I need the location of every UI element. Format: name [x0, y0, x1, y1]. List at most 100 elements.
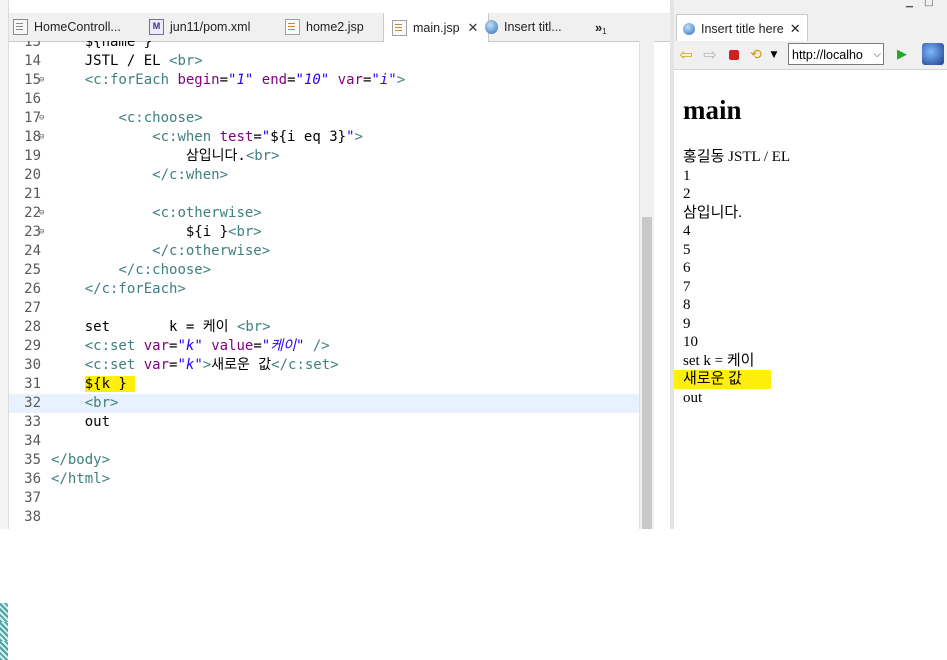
- line-number: 24: [24, 243, 41, 259]
- code-text: set k = 케이 <br>: [51, 319, 271, 335]
- tab-overflow-button[interactable]: » 1: [595, 13, 625, 41]
- maximize-icon[interactable]: □: [924, 0, 933, 8]
- fold-toggle-icon[interactable]: ⊖: [39, 109, 44, 128]
- code-line[interactable]: 17 ⊖ <c:choose>: [9, 109, 639, 128]
- page-content: main 홍길동 JSTL / EL 1 2 삼입니다. 4 5 6 7 8 9 10 set k =…: [674, 76, 943, 407]
- code-line[interactable]: 37: [9, 489, 639, 508]
- tab-label: Insert titl...: [504, 20, 562, 34]
- code-line[interactable]: 35 </body>: [9, 451, 639, 470]
- code-line[interactable]: 32 <br>: [9, 394, 639, 413]
- line-number: 25: [24, 262, 41, 278]
- code-line[interactable]: 30 <c:set var="k">새로운 값</c:set>: [9, 356, 639, 375]
- line-number: 37: [24, 490, 41, 506]
- code-text: <c:otherwise>: [152, 205, 262, 221]
- browser-toolbar: ⇦ ⇨ ⟲ ▼ http://localho ⌵ ▶: [674, 41, 947, 70]
- refresh-icon[interactable]: ⟲: [748, 47, 764, 63]
- tab-browser-insert-title[interactable]: Insert title here ✕: [676, 14, 808, 43]
- code-line[interactable]: 38: [9, 508, 639, 527]
- minimize-icon[interactable]: ▁: [906, 0, 913, 8]
- code-area[interactable]: 13 ${name } 14 JSTL / EL <br> 15 ⊖ <c:forEa…: [9, 41, 639, 529]
- code-line[interactable]: 13 ${name }: [9, 41, 639, 52]
- code-line[interactable]: 31 ${k }: [9, 375, 639, 394]
- code-text: <c:set var="k" value="케이" />: [84, 338, 330, 354]
- page-heading: main: [683, 95, 742, 125]
- code-line[interactable]: 20 </c:when>: [9, 166, 639, 185]
- code-line[interactable]: 29 <c:set var="k" value="케이" />: [9, 337, 639, 356]
- editor-left-strip: [0, 0, 9, 660]
- code-text: <c:choose>: [118, 110, 203, 126]
- code-text: </body>: [51, 452, 111, 468]
- code-text: ${name }: [51, 41, 153, 50]
- output-line: 4: [683, 223, 691, 239]
- chevron-down-icon[interactable]: ⌵: [873, 44, 881, 64]
- code-line[interactable]: 25 </c:choose>: [9, 261, 639, 280]
- line-number: 32: [24, 395, 41, 411]
- content-lines: 홍길동 JSTL / EL 1 2 삼입니다. 4 5 6 7 8 9 10 set k = 케이 새로…: [674, 148, 943, 407]
- code-line[interactable]: 14 JSTL / EL <br>: [9, 52, 639, 71]
- code-line[interactable]: 15 ⊖ <c:forEach begin="1" end="10" var="i…: [9, 71, 639, 90]
- tab-home2-jsp[interactable]: home2.jsp: [281, 13, 385, 41]
- dropdown-icon[interactable]: ▼: [766, 47, 782, 63]
- output-line: 9: [683, 315, 691, 332]
- line-number: 30: [24, 357, 41, 373]
- line-number: 28: [24, 319, 41, 335]
- code-line[interactable]: 27: [9, 299, 639, 318]
- stop-icon[interactable]: [726, 47, 742, 63]
- code-line[interactable]: 22 ⊖ <c:otherwise>: [9, 204, 639, 223]
- output-line: 삼입니다.: [683, 204, 742, 221]
- scrollbar-thumb[interactable]: [642, 217, 652, 529]
- code-text: <c:set var="k">새로운 값</c:set>: [84, 357, 339, 373]
- code-line[interactable]: 23 ⊖ ${i }<br>: [9, 223, 639, 242]
- overflow-count: 1: [602, 26, 607, 36]
- code-line[interactable]: 33 out: [9, 413, 639, 432]
- jsp-file-icon: [285, 19, 300, 35]
- line-number: 35: [24, 452, 41, 468]
- close-icon[interactable]: ✕: [468, 20, 479, 36]
- fold-toggle-icon[interactable]: ⊖: [39, 71, 44, 90]
- forward-arrow-icon[interactable]: ⇨: [702, 47, 718, 63]
- code-text: </c:forEach>: [84, 281, 186, 297]
- line-number: 38: [24, 509, 41, 525]
- internal-browser-pane: ▁ □ Insert title here ✕ ⇦ ⇨ ⟲ ▼ http://l…: [674, 0, 947, 529]
- tab-label: main.jsp: [413, 20, 460, 35]
- output-line: 새로운 값: [674, 370, 771, 389]
- code-line[interactable]: 19 삼입니다.<br>: [9, 147, 639, 166]
- chevron-double-right-icon: »: [595, 19, 603, 35]
- code-text: out: [51, 414, 111, 430]
- go-icon[interactable]: ▶: [894, 47, 910, 63]
- line-number: 33: [24, 414, 41, 430]
- browser-tab-bar: Insert title here ✕: [674, 14, 947, 43]
- tab-pom-xml[interactable]: M jun11/pom.xml: [143, 13, 277, 41]
- code-text: </c:otherwise>: [152, 243, 271, 259]
- window-controls: ▁ □: [674, 0, 947, 14]
- tab-label: home2.jsp: [306, 20, 364, 34]
- code-line[interactable]: 16: [9, 90, 639, 109]
- tab-insert-title[interactable]: Insert titl...: [483, 13, 591, 41]
- url-field[interactable]: http://localho ⌵: [788, 43, 884, 65]
- fold-toggle-icon[interactable]: ⊖: [39, 204, 44, 223]
- code-line[interactable]: 34: [9, 432, 639, 451]
- back-arrow-icon[interactable]: ⇦: [678, 47, 694, 63]
- line-number: 22: [24, 205, 41, 221]
- line-number: 15: [24, 72, 41, 88]
- code-line[interactable]: 26 </c:forEach>: [9, 280, 639, 299]
- tab-homecontroller[interactable]: HomeControll...: [9, 13, 141, 41]
- change-marker: [0, 603, 8, 622]
- fold-toggle-icon[interactable]: ⊖: [39, 223, 44, 242]
- globe-icon: [683, 23, 695, 35]
- code-line[interactable]: 24 </c:otherwise>: [9, 242, 639, 261]
- close-icon[interactable]: ✕: [790, 21, 801, 37]
- code-line[interactable]: 18 ⊖ <c:when test="${i eq 3}">: [9, 128, 639, 147]
- output-line: 홍길동 JSTL / EL: [683, 149, 791, 165]
- code-line[interactable]: 21: [9, 185, 639, 204]
- tab-label: jun11/pom.xml: [170, 20, 251, 34]
- output-line: 7: [683, 278, 691, 295]
- browser-tab-label: Insert title here: [701, 22, 784, 36]
- globe-icon[interactable]: [922, 43, 944, 65]
- code-line[interactable]: 36 </html>: [9, 470, 639, 489]
- code-text: ${i }<br>: [51, 224, 262, 240]
- code-line[interactable]: 28 set k = 케이 <br>: [9, 318, 639, 337]
- fold-toggle-icon[interactable]: ⊖: [39, 128, 44, 147]
- tab-main-jsp[interactable]: main.jsp ✕: [383, 13, 489, 42]
- editor-vertical-scrollbar[interactable]: [639, 41, 654, 529]
